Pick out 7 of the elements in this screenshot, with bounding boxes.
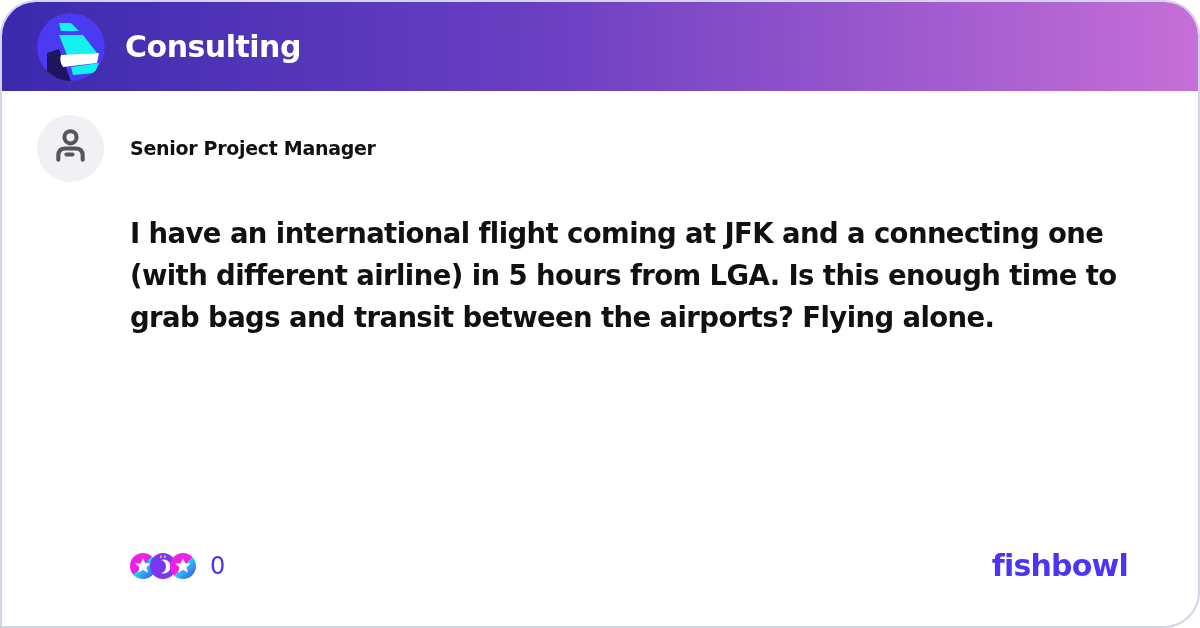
logo-icon [37, 12, 105, 81]
author-title: Senior Project Manager [130, 136, 376, 162]
question-text: I have an international flight coming at JFK and a connecting one (with different airline) in 5 hours from LGA. Is this enough time to grab bags and transit between the airports? Flying alone. [130, 216, 1118, 335]
brand-logo: fishbowl [991, 547, 1128, 585]
reaction-count: 0 [210, 550, 226, 582]
header-title: Consulting [125, 28, 301, 66]
avatar-icon [37, 115, 104, 182]
